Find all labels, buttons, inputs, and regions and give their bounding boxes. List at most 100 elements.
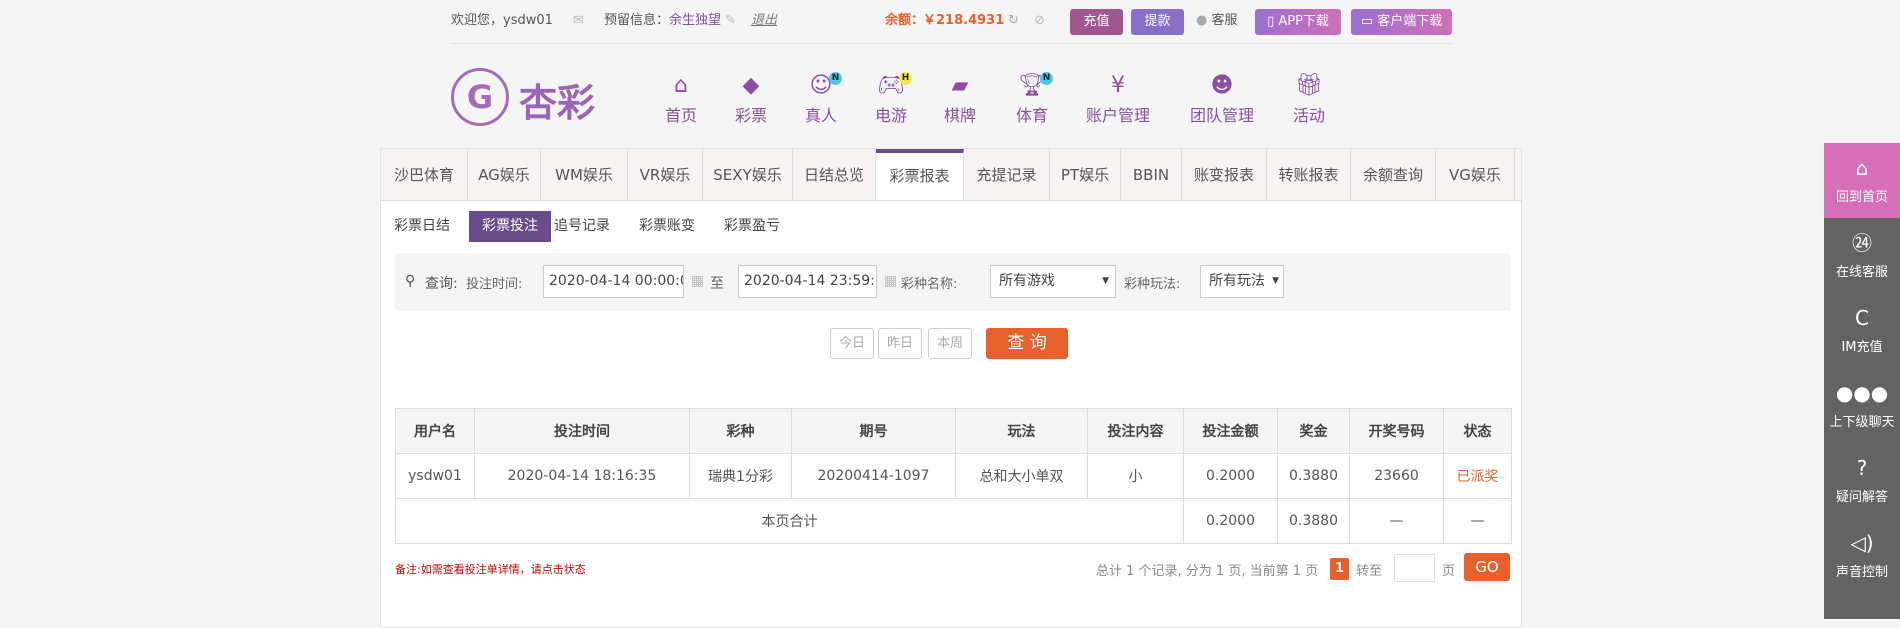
tab-9[interactable]: BBIN	[1121, 149, 1182, 200]
tab-4[interactable]: SEXY娱乐	[703, 149, 793, 200]
today-button[interactable]: 今日	[830, 328, 874, 359]
end-time-input[interactable]: 2020-04-14 23:59:59	[738, 265, 877, 298]
nav-item-2[interactable]: ☺ N 真人	[781, 72, 861, 126]
nav-item-0[interactable]: ⌂ 首页	[641, 72, 721, 126]
nav-item-4[interactable]: ▰ 棋牌	[920, 72, 1000, 126]
sidebar-label: 疑问解答	[1835, 490, 1888, 505]
nav-label: 棋牌	[943, 106, 976, 125]
tab-7[interactable]: 充提记录	[964, 149, 1050, 200]
tab-0[interactable]: 沙巴体育	[381, 149, 468, 200]
sidebar-item-5[interactable]: ◁) 声音控制	[1824, 518, 1900, 593]
column-header: 投注金额	[1183, 408, 1278, 454]
table-header: 用户名 投注时间 彩种 期号 玩法 投注内容 投注金额 奖金 开奖号码 状态	[395, 408, 1512, 454]
nav-label: 账户管理	[1085, 106, 1150, 125]
play-select-value: 所有玩法	[1209, 273, 1265, 289]
tab-6[interactable]: 彩票报表	[876, 149, 964, 200]
time-label: 投注时间:	[466, 277, 523, 292]
this-week-button[interactable]: 本周	[928, 328, 972, 359]
sidebar-item-2[interactable]: C IM充值	[1824, 293, 1900, 368]
tab-11[interactable]: 转账报表	[1267, 149, 1351, 200]
bet-table: 用户名 投注时间 彩种 期号 玩法 投注内容 投注金额 奖金 开奖号码 状态 ysdw01 2020…	[395, 408, 1512, 544]
tab-13[interactable]: VG娱乐	[1436, 149, 1515, 200]
service-icon: ●	[1196, 13, 1208, 28]
sidebar-label: 在线客服	[1835, 265, 1888, 280]
tab-12[interactable]: 余额查询	[1351, 149, 1436, 200]
play-select[interactable]: 所有玩法 ▼	[1200, 265, 1284, 298]
reserved-label: 预留信息：	[604, 13, 670, 28]
subtab-4[interactable]: 彩票盈亏	[711, 211, 793, 242]
tab-10[interactable]: 账变报表	[1182, 149, 1267, 200]
sidebar-item-4[interactable]: ? 疑问解答	[1824, 443, 1900, 518]
subtab-1[interactable]: 彩票投注	[469, 211, 551, 242]
column-header: 开奖号码	[1349, 408, 1444, 454]
current-page[interactable]: 1	[1330, 558, 1349, 580]
yesterday-button[interactable]: 昨日	[878, 328, 922, 359]
total-row: 本页合计 0.2000 0.3880— —	[395, 498, 1512, 544]
calendar-icon[interactable]: ▦	[884, 273, 897, 289]
subtab-2[interactable]: 追号记录	[541, 211, 623, 242]
client-download-button[interactable]: ▭ 客户端下载	[1351, 9, 1452, 35]
chat-icon: ●●●	[1835, 381, 1889, 405]
tab-3[interactable]: VR娱乐	[628, 149, 703, 200]
service-label: 客服	[1211, 13, 1238, 28]
service-link[interactable]: ● 客服	[1196, 12, 1238, 30]
nav-item-1[interactable]: ◆ 彩票	[711, 72, 791, 126]
recharge-button[interactable]: 充值	[1070, 9, 1123, 35]
withdraw-button[interactable]: 提款	[1131, 9, 1184, 35]
column-header: 期号	[791, 408, 956, 454]
hide-eye-icon[interactable]: ⊘	[1034, 12, 1045, 30]
column-header: 玩法	[955, 408, 1088, 454]
sidebar-item-0[interactable]: ⌂ 回到首页	[1824, 143, 1900, 218]
total-status: —	[1443, 498, 1512, 544]
page-input[interactable]	[1394, 554, 1435, 582]
subtab-0[interactable]: 彩票日结	[381, 211, 463, 242]
tab-5[interactable]: 日结总览	[793, 149, 876, 200]
search-button[interactable]: 查 询	[986, 328, 1068, 359]
tab-1[interactable]: AG娱乐	[468, 149, 541, 200]
support-24-icon: ㉔	[1852, 231, 1872, 255]
total-amount: 0.2000	[1183, 498, 1278, 544]
game-select[interactable]: 所有游戏 ▼	[990, 265, 1116, 298]
subtab-3[interactable]: 彩票账变	[626, 211, 708, 242]
sidebar-item-3[interactable]: ●●● 上下级聊天	[1824, 368, 1900, 443]
table-cell: ysdw01	[395, 453, 475, 499]
nav-label: 首页	[664, 106, 697, 125]
column-header: 奖金	[1277, 408, 1350, 454]
column-header: 用户名	[395, 408, 475, 454]
nav-item-5[interactable]: 🏆︎ N 体育	[992, 72, 1072, 126]
game-label: 彩种名称:	[901, 277, 958, 292]
logo-text: 杏彩	[519, 81, 596, 125]
table-cell: 2020-04-14 18:16:35	[474, 453, 690, 499]
page-unit: 页	[1442, 564, 1456, 579]
mail-icon[interactable]: ✉	[573, 12, 584, 30]
table-cell: 小	[1087, 453, 1184, 499]
start-time-input[interactable]: 2020-04-14 00:00:00	[543, 265, 684, 298]
sidebar-label: IM充值	[1841, 340, 1883, 355]
logo[interactable]: G 杏彩	[451, 68, 606, 130]
balance-value: ￥218.4931	[923, 13, 1005, 28]
nav-item-7[interactable]: ☻ 团队管理	[1182, 72, 1262, 126]
calendar-icon[interactable]: ▦	[691, 273, 704, 289]
search-panel: ⚲ 查询: 投注时间: 2020-04-14 00:00:00 ▦ 至 2020…	[395, 253, 1511, 311]
sidebar-label: 回到首页	[1835, 190, 1888, 205]
play-label: 彩种玩法:	[1124, 277, 1181, 292]
table-cell[interactable]: 已派奖	[1443, 453, 1512, 499]
sound-icon: ◁)	[1850, 531, 1874, 555]
nav-item-3[interactable]: 🎮︎ H 电游	[851, 72, 931, 126]
tab-8[interactable]: PT娱乐	[1050, 149, 1121, 200]
app-download-button[interactable]: ▯ APP下载	[1255, 9, 1341, 35]
yen-icon: ¥	[1111, 73, 1125, 98]
logout-link[interactable]: 退出	[751, 12, 777, 30]
go-button[interactable]: GO	[1464, 553, 1510, 581]
edit-icon[interactable]: ✎	[725, 12, 736, 30]
tab-2[interactable]: WM娱乐	[541, 149, 628, 200]
refresh-icon[interactable]: ↻	[1008, 12, 1019, 30]
nav-item-8[interactable]: 🎁︎ 活动	[1269, 72, 1349, 126]
total-bonus: 0.3880	[1277, 498, 1350, 544]
query-label: 查询:	[425, 276, 458, 292]
nav-item-6[interactable]: ¥ 账户管理	[1078, 72, 1158, 126]
sidebar-item-1[interactable]: ㉔在线客服	[1824, 218, 1900, 293]
column-header: 彩种	[689, 408, 792, 454]
phone-icon: ▯	[1267, 14, 1275, 29]
dropdown-arrow-icon: ▼	[1272, 276, 1279, 286]
